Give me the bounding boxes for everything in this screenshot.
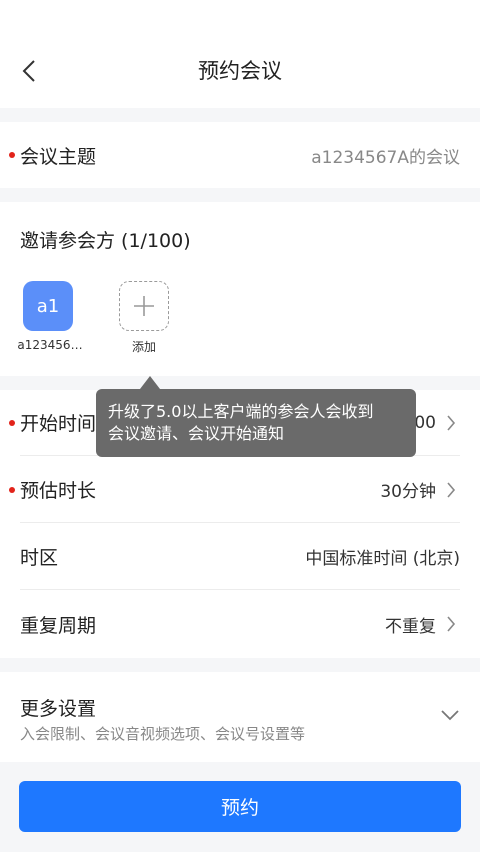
top-bar: 预约会议 — [0, 0, 480, 108]
topic-row[interactable]: 会议主题 a1234567A的会议 — [9, 122, 460, 188]
plus-icon — [134, 296, 154, 316]
duration-right: 30分钟 — [380, 477, 460, 502]
add-participant-label: 添加 — [131, 340, 156, 354]
start-time-label: 开始时间 — [20, 413, 97, 435]
duration-value: 30分钟 — [380, 482, 436, 502]
timezone-right: 中国标准时间 (北京) — [305, 544, 460, 569]
start-time-value: 00 — [414, 412, 436, 433]
chevron-right-icon — [446, 615, 460, 633]
chevron-right-icon — [446, 414, 460, 432]
required-dot — [9, 419, 15, 426]
topic-section: 会议主题 a1234567A的会议 — [0, 122, 480, 188]
repeat-right: 不重复 — [385, 612, 460, 637]
tooltip-line-1: 升级了5.0以上客户端的参会人会收到 — [108, 402, 374, 421]
page-title: 预约会议 — [198, 59, 282, 83]
add-participant-button[interactable] — [119, 281, 169, 331]
invite-section: 邀请参会方 (1/100) a1 a123456… 添加 — [0, 202, 480, 376]
avatar[interactable]: a1 — [23, 281, 73, 331]
required-dot — [9, 152, 15, 158]
duration-label: 预估时长 — [20, 480, 97, 502]
book-button[interactable]: 预约 — [19, 781, 461, 832]
more-settings-section[interactable]: 更多设置 入会限制、会议音视频选项、会议号设置等 — [0, 672, 480, 762]
tooltip-line-2: 会议邀请、会议开始通知 — [108, 424, 285, 443]
participant-name: a123456… — [17, 338, 83, 352]
start-time-label-wrap: 开始时间 — [9, 409, 97, 436]
repeat-value: 不重复 — [385, 616, 436, 637]
more-settings-subtitle: 入会限制、会议音视频选项、会议号设置等 — [20, 725, 306, 743]
tooltip: 升级了5.0以上客户端的参会人会收到 会议邀请、会议开始通知 — [96, 389, 416, 457]
timezone-row[interactable]: 时区 中国标准时间 (北京) — [20, 524, 460, 590]
repeat-label: 重复周期 — [20, 614, 97, 637]
required-dot — [9, 486, 15, 493]
topic-label: 会议主题 — [20, 145, 97, 168]
topic-value[interactable]: a1234567A的会议 — [311, 143, 460, 168]
start-time-right: 00 — [414, 413, 460, 433]
invite-title: 邀请参会方 (1/100) — [20, 230, 191, 252]
tooltip-arrow — [140, 376, 160, 389]
timezone-label: 时区 — [20, 547, 59, 569]
chevron-down-icon[interactable] — [440, 708, 460, 722]
chevron-right-icon — [446, 481, 460, 499]
topic-label-wrap: 会议主题 — [9, 142, 97, 169]
duration-row[interactable]: 预估时长 30分钟 — [9, 457, 460, 523]
repeat-row[interactable]: 重复周期 不重复 — [20, 591, 460, 657]
more-settings-title: 更多设置 — [20, 698, 97, 720]
timezone-value: 中国标准时间 (北京) — [305, 549, 460, 569]
duration-label-wrap: 预估时长 — [9, 476, 97, 503]
